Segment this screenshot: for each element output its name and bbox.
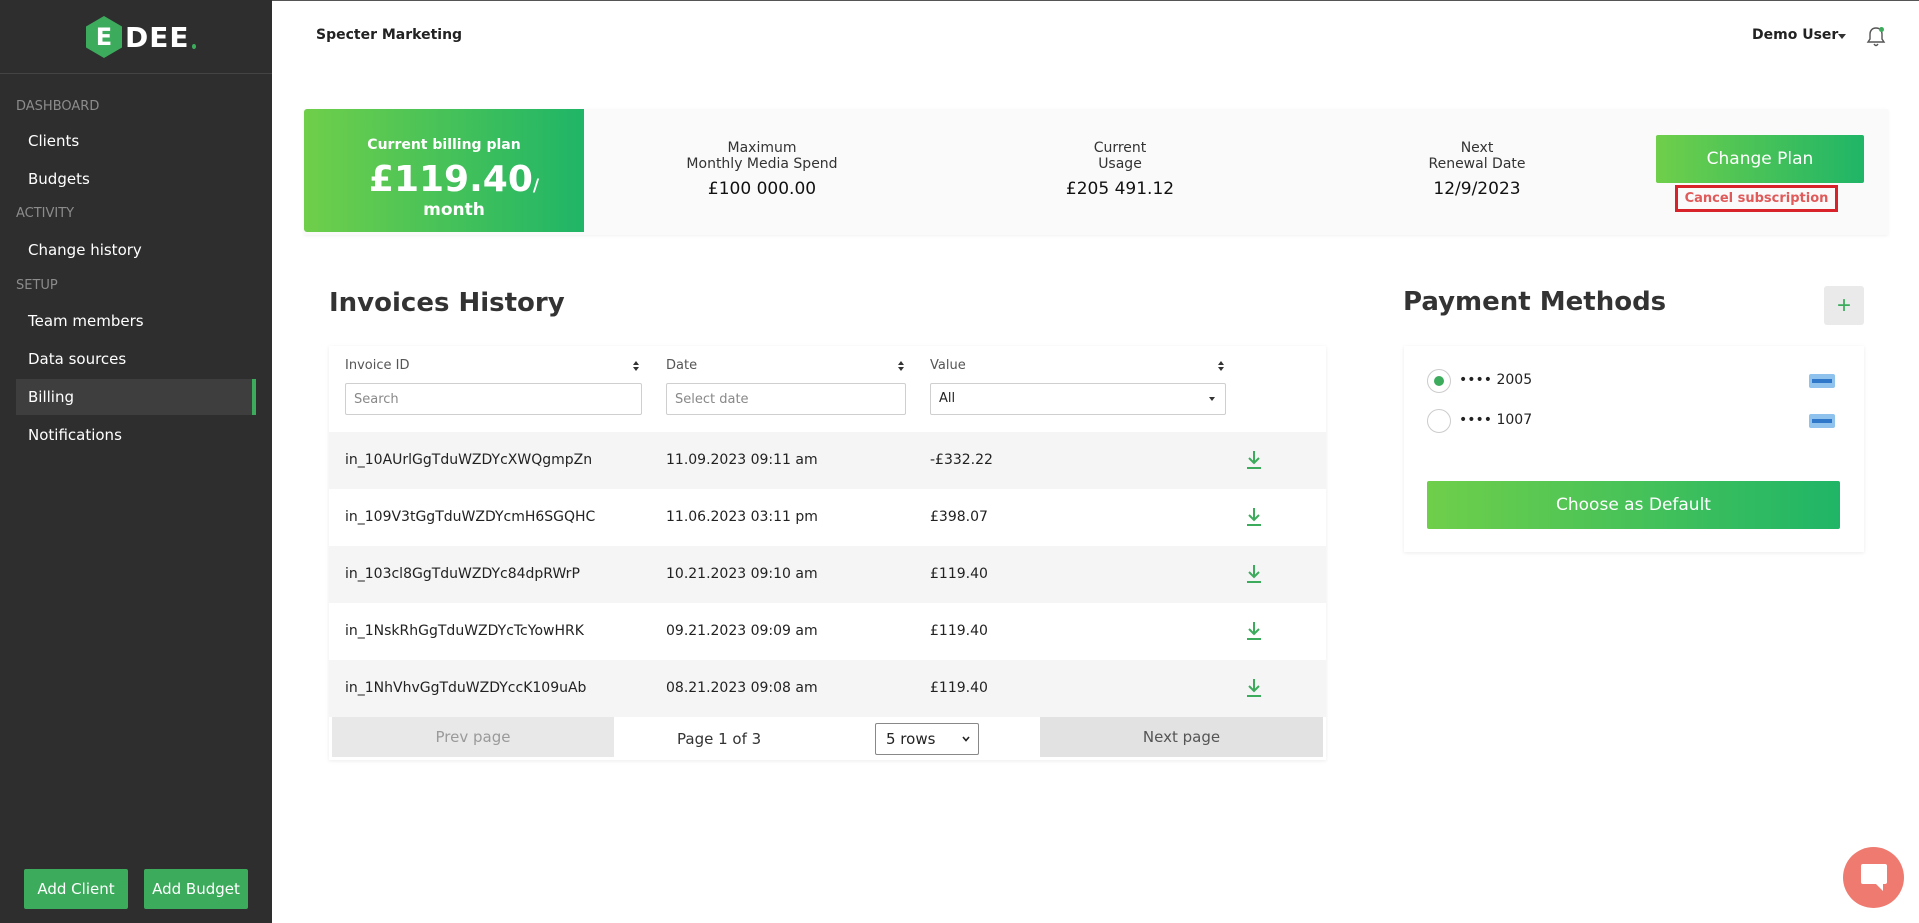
rows-per-page-select[interactable]: 5 rows	[875, 723, 979, 755]
add-client-button[interactable]: Add Client	[24, 869, 128, 909]
sidebar-divider	[0, 73, 272, 74]
payment-methods-title: Payment Methods	[1403, 287, 1667, 317]
stat-max-spend: Maximum Monthly Media Spend £100 000.00	[642, 140, 882, 199]
company-name: Specter Marketing	[316, 27, 463, 43]
prev-page-button[interactable]: Prev page	[332, 717, 614, 757]
invoice-value: £119.40	[930, 566, 988, 582]
sidebar-item-clients[interactable]: Clients	[16, 123, 256, 159]
invoice-date: 11.06.2023 03:11 pm	[666, 509, 818, 525]
chevron-down-icon	[962, 736, 970, 742]
stat-label-line1: Next	[1460, 140, 1494, 156]
invoice-date: 11.09.2023 09:11 am	[666, 452, 818, 468]
table-row: in_103cl8GgTduWZDYc84dpRWrP 10.21.2023 0…	[329, 546, 1326, 603]
invoices-title: Invoices History	[329, 288, 565, 318]
page-info: Page 1 of 3	[677, 730, 762, 748]
invoice-id: in_109V3tGgTduWZDYcmH6SGQHC	[345, 509, 596, 525]
table-row: in_1NhVhvGgTduWZDYccK109uAb 08.21.2023 0…	[329, 660, 1326, 717]
download-icon[interactable]	[1245, 506, 1263, 528]
section-label-dashboard: DASHBOARD	[16, 99, 100, 114]
stat-renewal-date: Next Renewal Date 12/9/2023	[1357, 140, 1597, 199]
card-number: •••• 1007	[1459, 412, 1533, 428]
change-plan-button[interactable]: Change Plan	[1656, 135, 1864, 183]
table-row: in_1NskRhGgTduWZDYcTcYowHRK 09.21.2023 0…	[329, 603, 1326, 660]
section-label-activity: ACTIVITY	[16, 206, 75, 221]
value-filter-select[interactable]: All	[930, 383, 1226, 415]
choose-default-button[interactable]: Choose as Default	[1427, 481, 1840, 529]
sort-icon[interactable]	[1217, 360, 1225, 372]
download-icon[interactable]	[1245, 563, 1263, 585]
amex-card-icon	[1809, 374, 1835, 388]
stat-label-line2: Monthly Media Spend	[686, 156, 838, 172]
invoice-id: in_1NskRhGgTduWZDYcTcYowHRK	[345, 623, 584, 639]
amex-card-icon	[1809, 414, 1835, 428]
user-menu[interactable]: Demo User	[1752, 27, 1838, 43]
plan-price: £119.40/ month	[344, 159, 564, 220]
chat-icon	[1860, 863, 1887, 891]
sidebar: E DEE DASHBOARD Clients Budgets ACTIVITY…	[0, 0, 272, 923]
sidebar-item-team-members[interactable]: Team members	[16, 303, 256, 339]
chevron-down-icon	[1209, 397, 1215, 401]
section-label-setup: SETUP	[16, 278, 58, 293]
invoice-id: in_103cl8GgTduWZDYc84dpRWrP	[345, 566, 580, 582]
card-radio-1007[interactable]	[1427, 409, 1451, 433]
invoice-value: £119.40	[930, 623, 988, 639]
plan-label: Current billing plan	[367, 137, 521, 153]
logo-mark: E	[86, 16, 122, 58]
stat-value: £100 000.00	[707, 179, 817, 199]
logo-dot	[191, 43, 196, 49]
column-header-invoice-id[interactable]: Invoice ID	[345, 358, 409, 373]
stat-label-line1: Current	[1093, 140, 1147, 156]
cancel-subscription-link[interactable]: Cancel subscription	[1675, 185, 1838, 212]
bell-icon[interactable]	[1866, 26, 1886, 48]
chat-button[interactable]	[1843, 847, 1904, 908]
plan-amount: £119.40	[368, 159, 533, 200]
invoice-id-search-input[interactable]	[345, 383, 642, 415]
invoice-value: -£332.22	[930, 452, 993, 468]
top-border	[272, 0, 1919, 1]
download-icon[interactable]	[1245, 449, 1263, 471]
card-radio-2005[interactable]	[1427, 369, 1451, 393]
sidebar-item-change-history[interactable]: Change history	[16, 232, 256, 268]
stat-label-line2: Usage	[1098, 156, 1142, 172]
stat-value: £205 491.12	[1065, 179, 1175, 199]
stat-current-usage: Current Usage £205 491.12	[1000, 140, 1240, 199]
invoice-id: in_1NhVhvGgTduWZDYccK109uAb	[345, 680, 587, 696]
invoice-value: £119.40	[930, 680, 988, 696]
current-plan-panel: Current billing plan £119.40/ month	[304, 109, 584, 232]
rows-per-page-selected: 5 rows	[886, 730, 936, 748]
sidebar-item-billing[interactable]: Billing	[16, 379, 256, 415]
invoice-value: £398.07	[930, 509, 988, 525]
chevron-down-icon[interactable]	[1838, 34, 1846, 39]
sort-icon[interactable]	[897, 360, 905, 372]
value-filter-selected: All	[939, 391, 956, 406]
invoice-id: in_10AUrlGgTduWZDYcXWQgmpZn	[345, 452, 593, 468]
logo-text: DEE	[125, 20, 190, 54]
sidebar-item-data-sources[interactable]: Data sources	[16, 341, 256, 377]
table-row: in_109V3tGgTduWZDYcmH6SGQHC 11.06.2023 0…	[329, 489, 1326, 546]
stat-label-line2: Renewal Date	[1428, 156, 1526, 172]
stat-value: 12/9/2023	[1433, 179, 1521, 199]
column-header-date[interactable]: Date	[666, 358, 697, 373]
invoice-date: 09.21.2023 09:09 am	[666, 623, 818, 639]
download-icon[interactable]	[1245, 677, 1263, 699]
next-page-button[interactable]: Next page	[1040, 717, 1323, 757]
card-number: •••• 2005	[1459, 372, 1533, 388]
logo[interactable]: E DEE	[86, 16, 196, 58]
invoice-date: 10.21.2023 09:10 am	[666, 566, 818, 582]
sort-icon[interactable]	[632, 360, 640, 372]
invoice-date: 08.21.2023 09:08 am	[666, 680, 818, 696]
date-filter-input[interactable]	[666, 383, 906, 415]
add-budget-button[interactable]: Add Budget	[144, 869, 248, 909]
sidebar-item-notifications[interactable]: Notifications	[16, 417, 256, 453]
add-payment-method-button[interactable]: +	[1824, 286, 1864, 325]
sidebar-item-budgets[interactable]: Budgets	[16, 161, 256, 197]
download-icon[interactable]	[1245, 620, 1263, 642]
column-header-value[interactable]: Value	[930, 358, 966, 373]
table-row: in_10AUrlGgTduWZDYcXWQgmpZn 11.09.2023 0…	[329, 432, 1326, 489]
stat-label-line1: Maximum	[727, 140, 797, 156]
